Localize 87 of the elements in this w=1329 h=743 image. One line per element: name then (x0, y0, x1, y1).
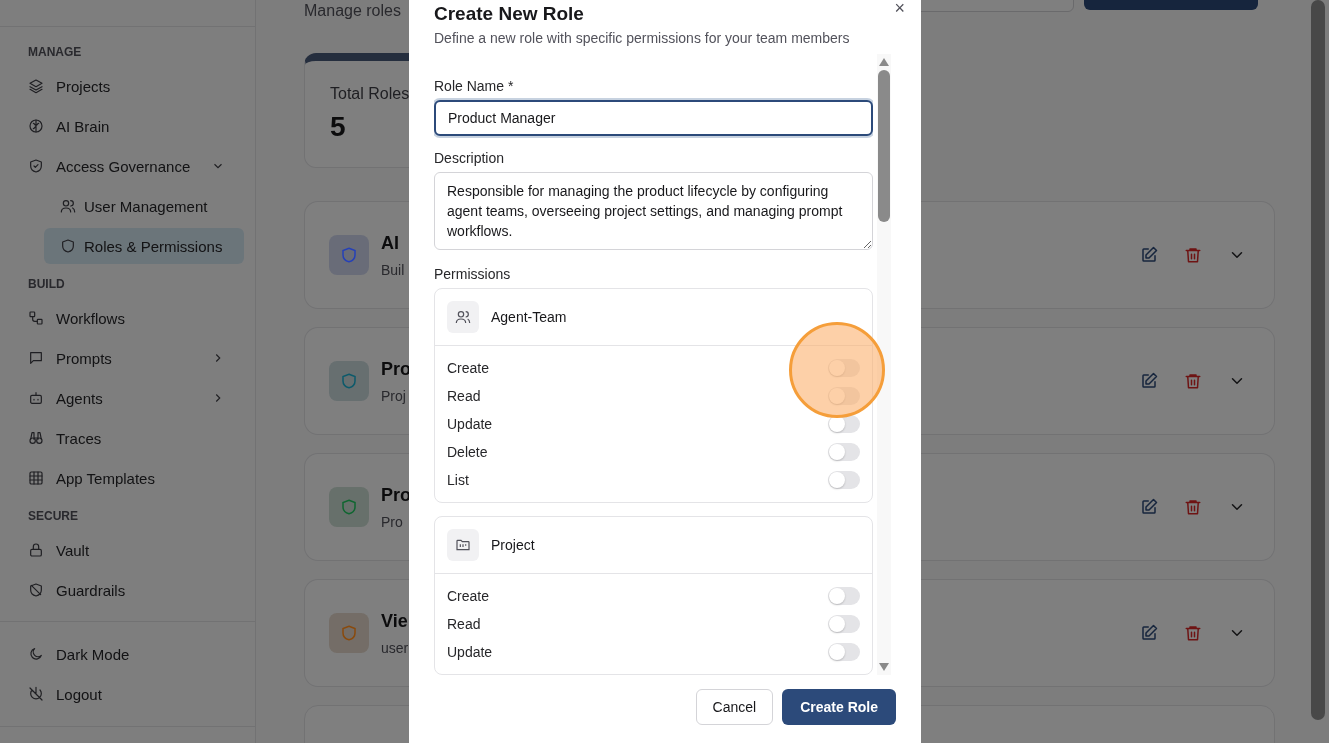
trash-icon[interactable] (1184, 498, 1202, 516)
field-label: Permissions (434, 266, 512, 282)
trash-icon[interactable] (1184, 624, 1202, 642)
scroll-down-icon[interactable] (879, 663, 889, 671)
role-description: Proj (381, 387, 406, 404)
permission-label: List (447, 472, 469, 488)
toggle-switch[interactable] (828, 587, 860, 605)
section-heading: SECURE (27, 508, 79, 524)
trash-icon[interactable] (1184, 246, 1202, 264)
role-name: Pro (381, 358, 411, 380)
edit-icon[interactable] (1140, 624, 1158, 642)
permission-label: Delete (447, 444, 488, 460)
sidebar-item[interactable]: AI Brain (16, 108, 239, 144)
sidebar-item[interactable]: Workflows (16, 300, 239, 336)
bot-icon (28, 390, 44, 406)
dialog-subtitle: Define a new role with specific permissions for your team members (434, 30, 851, 46)
edit-icon[interactable] (1140, 372, 1158, 390)
lock-icon (28, 542, 44, 558)
logout-icon (28, 686, 44, 702)
toggle-switch[interactable] (828, 643, 860, 661)
permission-group-name: Agent-Team (491, 309, 567, 325)
message-icon (28, 350, 44, 366)
field-label: Role Name * (434, 78, 515, 94)
layers-icon (28, 78, 44, 94)
folder-icon (447, 529, 479, 561)
scrollbar-thumb[interactable] (1311, 0, 1325, 720)
scrollbar[interactable] (877, 54, 891, 675)
shield-check-icon (28, 158, 44, 174)
sidebar-item[interactable]: Projects (16, 68, 239, 104)
trash-icon[interactable] (1184, 372, 1202, 390)
sidebar-item[interactable]: Prompts (16, 340, 239, 376)
sidebar-subitem[interactable]: User Management (44, 188, 230, 224)
users-icon (447, 301, 479, 333)
binoculars-icon (28, 430, 44, 446)
description-field[interactable]: Responsible for managing the product lifecycle by configuring agent teams, overseeing project settings, and managing prompt workflows. (434, 172, 873, 250)
sidebar-item[interactable]: Dark Mode (16, 636, 239, 672)
sidebar-item[interactable]: Vault (16, 532, 239, 568)
permission-label: Read (447, 616, 481, 632)
sidebar-item[interactable]: Logout (16, 676, 239, 712)
shield-icon (60, 238, 76, 254)
sidebar-item[interactable]: App Templates (16, 460, 239, 496)
sidebar-subitem[interactable]: Roles & Permissions (44, 228, 245, 264)
cancel-button[interactable]: Cancel (695, 689, 774, 725)
shield-off-icon (28, 582, 44, 598)
users-icon (60, 198, 76, 214)
permission-label: Read (447, 388, 481, 404)
toggle-switch[interactable] (828, 443, 860, 461)
toggle-switch[interactable] (828, 471, 860, 489)
role-description: Buil (381, 261, 405, 278)
moon-icon (28, 646, 44, 662)
field-label: Description (434, 150, 506, 166)
role-card[interactable]: AI Buil (304, 201, 409, 309)
permission-label: Update (447, 416, 493, 432)
toggle-switch[interactable] (828, 615, 860, 633)
role-name: Vie (381, 610, 408, 632)
stat-label: Total Roles (330, 85, 410, 103)
stat-value: 5 (330, 111, 346, 143)
workflow-icon (28, 310, 44, 326)
close-button[interactable]: × (894, 0, 905, 16)
role-name: Pro (381, 484, 411, 506)
scroll-up-icon[interactable] (879, 58, 889, 66)
role-card[interactable]: Vie user (304, 579, 409, 687)
permission-label: Create (447, 588, 490, 604)
section-heading: BUILD (27, 276, 66, 292)
sidebar-item[interactable]: Guardrails (16, 572, 239, 608)
role-card[interactable]: Pro Pro (304, 453, 409, 561)
scrollbar-thumb[interactable] (878, 70, 890, 222)
page-subtitle: Manage roles (304, 2, 401, 20)
role-description: Pro (381, 513, 403, 530)
create-role-button[interactable]: Create Role (782, 689, 896, 725)
role-name-field[interactable]: Product Manager (434, 100, 873, 136)
edit-icon[interactable] (1140, 498, 1158, 516)
grid-icon (28, 470, 44, 486)
permission-label: Create (447, 360, 490, 376)
edit-icon[interactable] (1140, 246, 1158, 264)
permission-label: Update (447, 644, 493, 660)
role-card[interactable]: Pro Proj (304, 327, 409, 435)
dialog-title: Create New Role (434, 2, 585, 26)
toggle-switch[interactable] (828, 415, 860, 433)
permission-group-name: Project (491, 537, 535, 553)
sidebar-item[interactable]: Traces (16, 420, 239, 456)
section-heading: MANAGE (27, 44, 83, 60)
role-name: AI (381, 232, 399, 254)
sidebar-item[interactable]: Agents (16, 380, 239, 416)
role-description: user (381, 639, 409, 656)
brain-icon (28, 118, 44, 134)
sidebar-item[interactable]: Access Governance (16, 148, 239, 184)
